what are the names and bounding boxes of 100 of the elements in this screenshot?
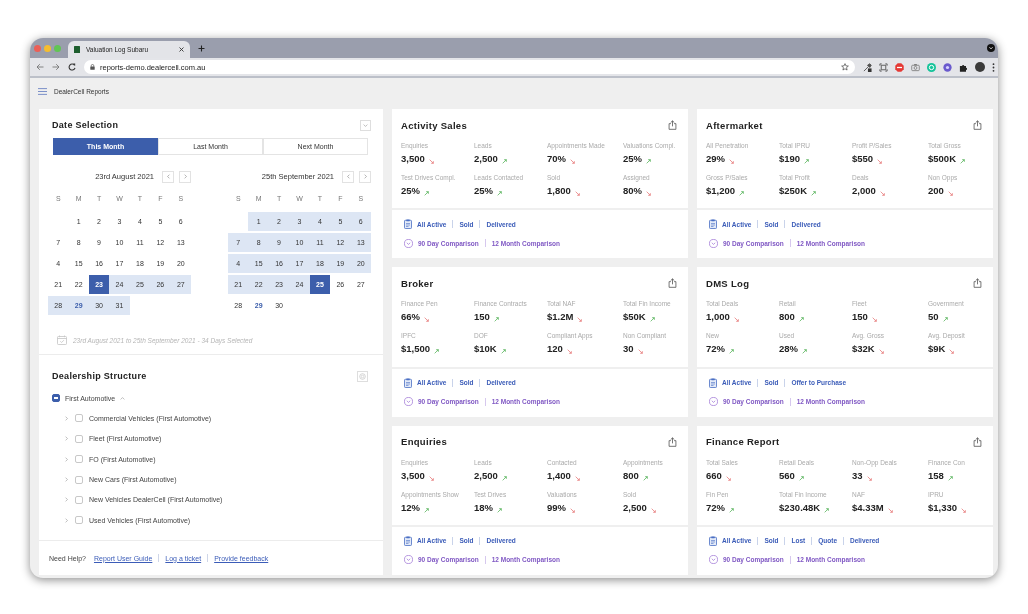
card-title: Activity Sales bbox=[401, 119, 467, 131]
chevron-right-icon[interactable] bbox=[64, 456, 69, 462]
metric-value: 72% bbox=[706, 343, 725, 355]
menu-icon[interactable] bbox=[38, 88, 47, 95]
clipboard-icon bbox=[404, 219, 412, 230]
back-icon[interactable] bbox=[36, 63, 44, 71]
metric-value: 1,000 bbox=[706, 311, 730, 323]
metric-value: 70% bbox=[547, 153, 566, 164]
camera-icon[interactable] bbox=[911, 62, 920, 72]
section-title: Date Selection bbox=[52, 120, 119, 130]
checkbox[interactable] bbox=[75, 414, 83, 423]
clipboard-icon bbox=[709, 536, 717, 546]
checkbox[interactable] bbox=[75, 475, 83, 484]
clipboard-icon bbox=[404, 536, 412, 546]
share-icon[interactable] bbox=[973, 278, 982, 289]
chevron-circle-icon bbox=[709, 397, 718, 407]
dropdown-circle-icon[interactable] bbox=[987, 44, 995, 52]
metric-value: 200 bbox=[928, 185, 944, 196]
share-icon[interactable] bbox=[668, 120, 677, 130]
metric-value: 66% bbox=[401, 311, 420, 323]
chevron-circle-icon bbox=[404, 555, 413, 565]
metric-value: 33 bbox=[852, 469, 863, 481]
chevron-right-icon[interactable] bbox=[64, 415, 69, 421]
eyedropper-icon[interactable] bbox=[863, 62, 872, 72]
card-title: Finance Report bbox=[706, 436, 780, 448]
share-icon[interactable] bbox=[668, 436, 677, 447]
chevron-down-icon bbox=[363, 122, 368, 128]
metric-value: 800 bbox=[779, 311, 795, 323]
chevron-right-icon[interactable] bbox=[64, 477, 69, 483]
metric-value: 2,000 bbox=[852, 185, 876, 196]
share-icon[interactable] bbox=[973, 120, 982, 130]
metric-value: 120 bbox=[547, 343, 563, 355]
chevron-right-icon bbox=[182, 174, 188, 179]
ring-icon[interactable] bbox=[927, 62, 936, 72]
metric-value: 158 bbox=[928, 469, 944, 481]
metric-value: $190 bbox=[779, 153, 801, 164]
more-icon[interactable] bbox=[992, 62, 995, 72]
metric-value: 72% bbox=[706, 501, 725, 513]
metric-value: $9K bbox=[928, 343, 946, 355]
collapse-button[interactable] bbox=[360, 119, 371, 131]
plus-icon[interactable] bbox=[198, 44, 205, 52]
metric-value: 3,500 bbox=[401, 469, 425, 481]
calendar-icon bbox=[57, 335, 67, 345]
chevron-circle-icon bbox=[404, 397, 413, 407]
frame-icon[interactable] bbox=[879, 62, 888, 72]
section-title: Dealership Structure bbox=[52, 371, 147, 381]
metric-value: 2,500 bbox=[474, 469, 498, 481]
metric-value: 560 bbox=[779, 469, 795, 481]
metric-value: 150 bbox=[474, 311, 490, 323]
chevron-circle-icon bbox=[404, 238, 413, 248]
metric-value: $32K bbox=[852, 343, 875, 355]
metric-value: 25% bbox=[401, 185, 420, 196]
clipboard-icon bbox=[709, 377, 717, 388]
chevron-right-icon[interactable] bbox=[64, 436, 69, 442]
metric-value: 2,500 bbox=[623, 501, 647, 513]
chevron-right-icon[interactable] bbox=[64, 517, 69, 523]
card-title: Broker bbox=[401, 277, 434, 289]
metric-value: 800 bbox=[623, 469, 639, 481]
metric-value: $550 bbox=[852, 153, 874, 164]
window-minimize-icon[interactable] bbox=[44, 44, 51, 52]
metric-value: 12% bbox=[401, 501, 420, 513]
avatar-icon[interactable] bbox=[975, 62, 985, 72]
clipboard-icon bbox=[404, 377, 412, 388]
metric-value: 29% bbox=[706, 153, 725, 164]
site-icon bbox=[74, 46, 80, 53]
chevron-right-icon bbox=[362, 174, 368, 179]
metric-value: 50 bbox=[928, 311, 939, 323]
metric-value: 25% bbox=[474, 185, 493, 196]
chevron-up-icon[interactable] bbox=[120, 395, 126, 401]
target-icon[interactable] bbox=[357, 370, 368, 382]
partial-checkbox[interactable] bbox=[52, 394, 60, 402]
stop-sign-icon[interactable] bbox=[895, 62, 904, 72]
chevron-circle-icon bbox=[709, 555, 718, 565]
metric-value: $10K bbox=[474, 343, 497, 355]
metric-value: $1,330 bbox=[928, 501, 958, 513]
forward-icon[interactable] bbox=[52, 63, 60, 71]
dot-circle-icon[interactable] bbox=[943, 62, 952, 72]
lock-icon bbox=[90, 64, 95, 70]
checkbox[interactable] bbox=[75, 455, 83, 464]
reload-icon[interactable] bbox=[68, 63, 76, 71]
metric-value: 150 bbox=[852, 311, 868, 323]
share-icon[interactable] bbox=[973, 436, 982, 447]
checkbox[interactable] bbox=[75, 516, 83, 525]
clipboard-icon bbox=[709, 219, 717, 230]
metric-value: 30 bbox=[623, 343, 634, 355]
star-icon[interactable] bbox=[841, 63, 849, 71]
checkbox[interactable] bbox=[75, 434, 83, 443]
metric-value: $50K bbox=[623, 311, 646, 323]
metric-value: $230.48K bbox=[779, 501, 821, 513]
chevron-right-icon[interactable] bbox=[64, 497, 69, 503]
checkbox[interactable] bbox=[75, 495, 83, 504]
share-icon[interactable] bbox=[668, 278, 677, 289]
chevron-left-icon bbox=[345, 174, 351, 179]
card-title: DMS Log bbox=[706, 277, 750, 289]
close-icon[interactable] bbox=[179, 47, 184, 52]
metric-value: $4.33M bbox=[852, 501, 884, 513]
metric-value: $500K bbox=[928, 153, 956, 164]
puzzle-icon[interactable] bbox=[959, 62, 968, 72]
metric-value: 18% bbox=[474, 501, 493, 513]
chevron-left-icon bbox=[165, 174, 171, 179]
